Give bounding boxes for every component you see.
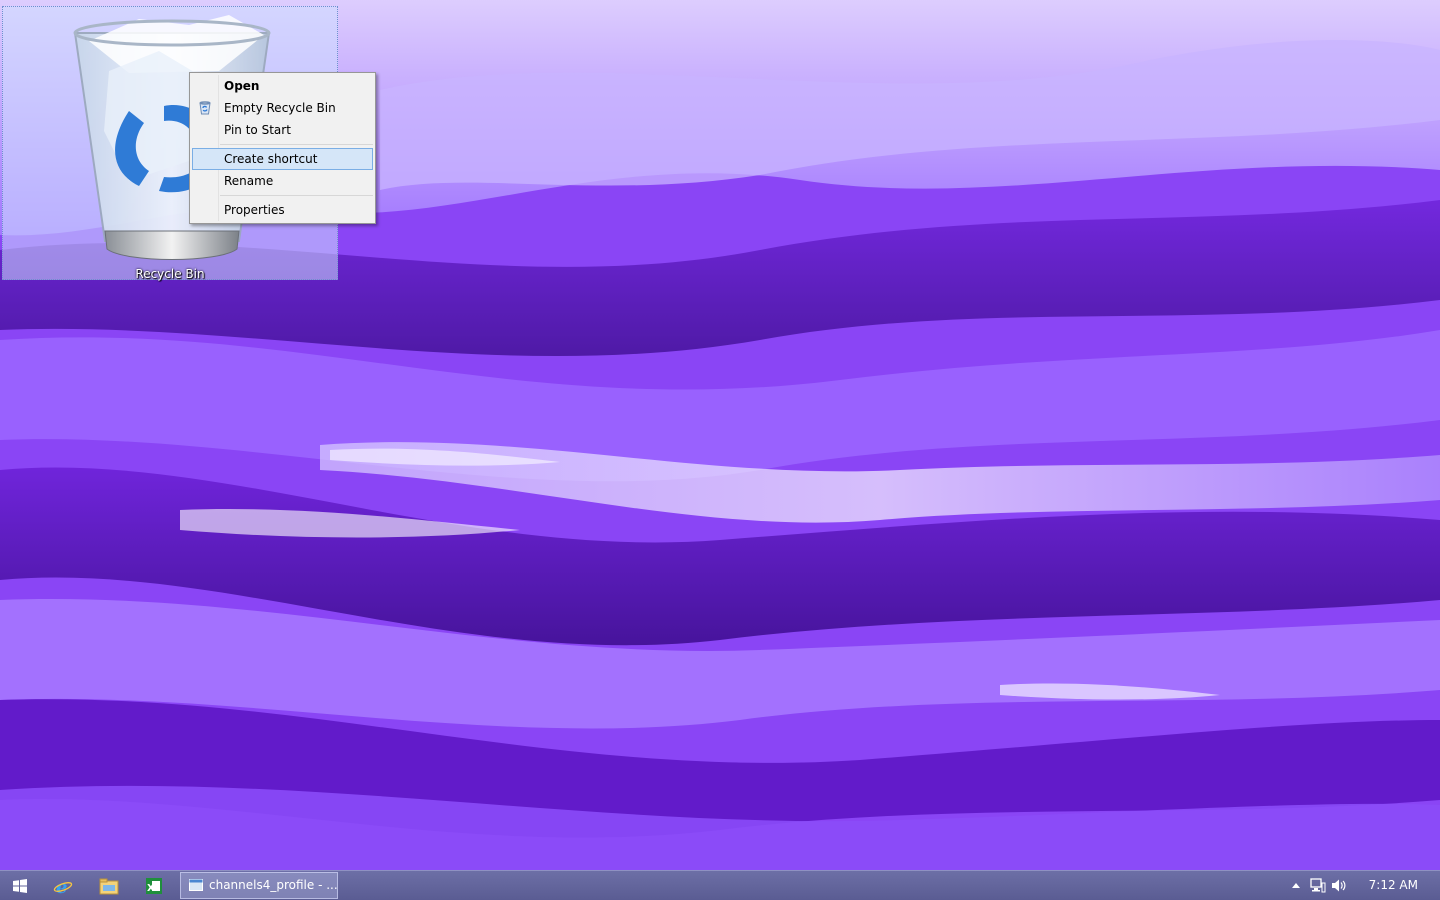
menu-item-properties-label: Properties xyxy=(224,203,285,217)
menu-item-pin-to-start-label: Pin to Start xyxy=(224,123,291,137)
menu-item-properties[interactable]: Properties xyxy=(192,199,373,221)
start-button[interactable] xyxy=(0,873,40,899)
file-explorer-icon xyxy=(99,878,119,895)
taskbar-clock[interactable]: 7:12 AM xyxy=(1369,871,1418,900)
taskbar-window-button[interactable]: channels4_profile - ... xyxy=(180,872,338,899)
menu-separator xyxy=(220,195,373,196)
menu-separator xyxy=(220,144,373,145)
menu-item-empty-recycle-bin[interactable]: Empty Recycle Bin xyxy=(192,97,373,119)
menu-item-pin-to-start[interactable]: Pin to Start xyxy=(192,119,373,141)
network-icon[interactable] xyxy=(1310,878,1326,893)
menu-item-create-shortcut-label: Create shortcut xyxy=(224,152,318,166)
excel-icon: X xyxy=(146,878,162,894)
windows-logo-icon xyxy=(13,879,27,893)
system-tray: 7:12 AM xyxy=(1280,871,1440,900)
menu-item-create-shortcut[interactable]: Create shortcut xyxy=(192,148,373,170)
excel-button[interactable]: X xyxy=(134,873,174,899)
window-icon xyxy=(189,879,203,891)
menu-item-rename[interactable]: Rename xyxy=(192,170,373,192)
internet-explorer-icon: e xyxy=(53,877,73,896)
recycle-bin-small-icon xyxy=(199,101,211,115)
file-explorer-button[interactable] xyxy=(89,873,129,899)
taskbar: e X channels4_profile - ... 7:12 AM xyxy=(0,870,1440,900)
menu-item-empty-recycle-bin-label: Empty Recycle Bin xyxy=(224,101,336,115)
taskbar-window-title: channels4_profile - ... xyxy=(209,878,338,892)
show-hidden-icons-arrow[interactable] xyxy=(1292,882,1300,888)
desktop-background[interactable]: Recycle Bin Open Empty Recycle Bin Pin t… xyxy=(0,0,1440,870)
recycle-bin-label: Recycle Bin xyxy=(135,267,205,281)
internet-explorer-button[interactable]: e xyxy=(43,873,83,899)
context-menu: Open Empty Recycle Bin Pin to Start Crea… xyxy=(189,72,376,224)
volume-icon[interactable] xyxy=(1331,878,1347,893)
svg-text:X: X xyxy=(147,883,155,894)
menu-item-rename-label: Rename xyxy=(224,174,274,188)
menu-item-open-label: Open xyxy=(224,79,260,93)
menu-item-open[interactable]: Open xyxy=(192,75,373,97)
